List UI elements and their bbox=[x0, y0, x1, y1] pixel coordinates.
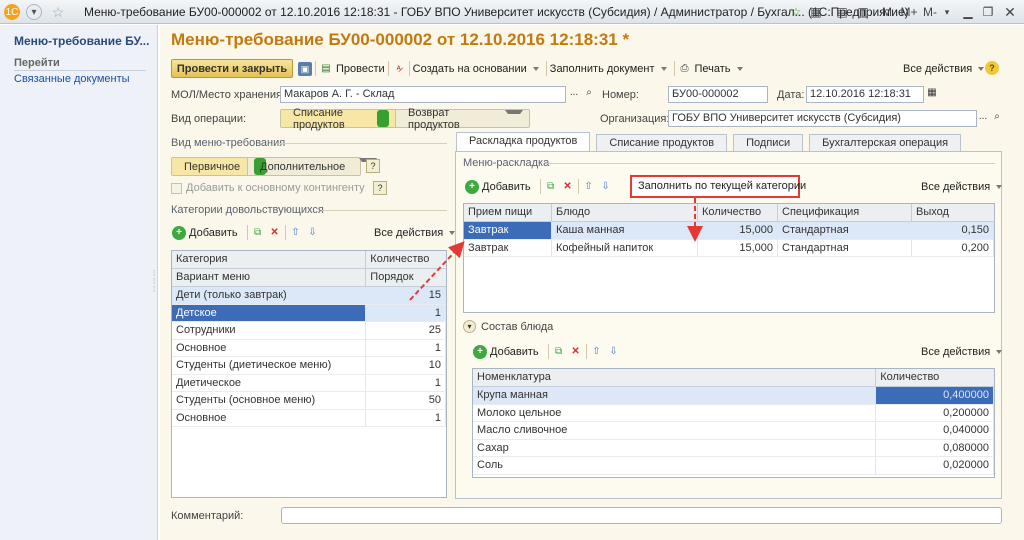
annotation-arrow bbox=[409, 241, 465, 301]
annotation-arrows bbox=[409, 198, 703, 301]
comment-label: Комментарий: bbox=[171, 510, 244, 522]
comment-field[interactable] bbox=[281, 507, 1002, 524]
